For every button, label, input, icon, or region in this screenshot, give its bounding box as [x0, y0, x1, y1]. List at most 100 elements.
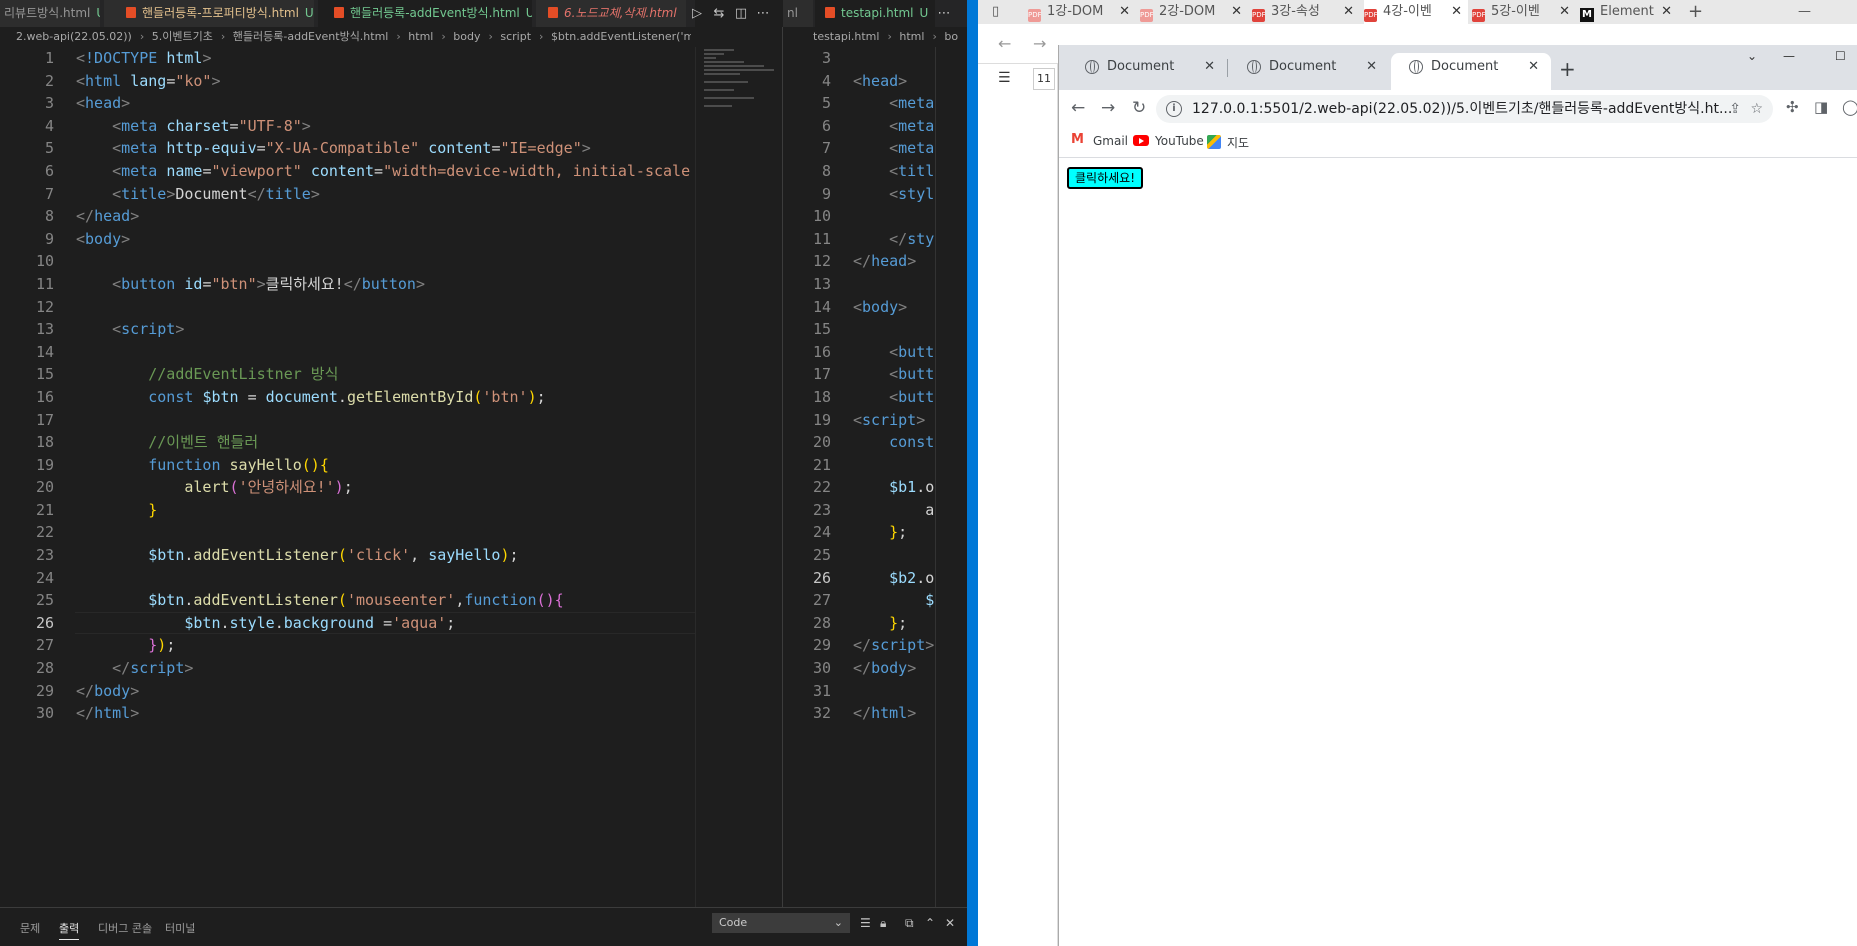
split-editor-icon[interactable]: ◫ [730, 0, 752, 27]
tab-status-badge: U [525, 6, 532, 20]
compare-icon[interactable]: ⇆ [708, 0, 730, 27]
tab-attribute-file[interactable]: 리뷰트방식.html U [0, 0, 100, 27]
chrome-tab-active[interactable]: Document ✕ [1391, 53, 1551, 90]
code-editor-right[interactable]: 3 4 <head> 5 <meta 6 <meta 7 <meta 8 <tit… [783, 47, 935, 907]
vscode-window: 리뷰트방식.html U 핸들러등록-프로퍼티방식.html U 핸들러등록-add… [0, 0, 967, 946]
minimize-icon[interactable]: — [1798, 0, 1818, 24]
chrome-window: Document ✕ Document ✕ Document ✕ + ⌄ — ☐… [1058, 45, 1857, 946]
run-icon[interactable]: ▷ [686, 0, 708, 27]
bg-tab[interactable]: PDF 3강-속성 ✕ [1252, 0, 1360, 24]
bookmark-label: YouTube [1155, 134, 1204, 148]
close-icon[interactable]: ✕ [945, 916, 955, 930]
maximize-icon[interactable]: ☐ [1835, 49, 1846, 63]
breadcrumb-item[interactable]: script [500, 30, 531, 43]
code-editor-left[interactable]: 1 <!DOCTYPE html> 2 <html lang="ko"> 3 <hea… [0, 47, 695, 907]
list-icon[interactable]: ☰ [860, 916, 871, 930]
tab-title: Document [1269, 59, 1337, 74]
close-icon[interactable]: ✕ [1451, 0, 1462, 24]
minimize-icon[interactable]: — [1783, 49, 1795, 63]
extensions-icon[interactable]: ✣ [1786, 98, 1799, 116]
maximize-panel-icon[interactable]: ⌃ [925, 916, 935, 930]
tab-status-badge: U [919, 6, 929, 20]
sidebar-toggle-icon[interactable]: ▯ [992, 0, 1012, 24]
editor-actions: ▷ ⇆ ◫ ⋯ [686, 0, 774, 27]
bookmark-maps[interactable]: 지도 [1207, 134, 1249, 151]
side-panel-icon[interactable]: ◨ [1814, 98, 1828, 116]
new-tab-icon[interactable]: + [1688, 0, 1708, 24]
profile-icon[interactable]: ◯ [1842, 98, 1857, 116]
bottom-panel: 문제 출력 디버그 콘솔 터미널 Code ⌄ ☰ 🔒︎ ⧉ ⌃ ✕ [0, 907, 967, 946]
right-breadcrumb: testapi.html › html › bo [813, 30, 959, 43]
breadcrumb-item[interactable]: 5.이벤트기초 [152, 30, 213, 43]
tab-testapi[interactable]: testapi.html U [815, 0, 935, 27]
tab-label: 핸들러등록-프로퍼티방식.html [142, 6, 299, 20]
bg-tab[interactable]: PDF 1강-DOM ✕ [1028, 0, 1136, 24]
breadcrumb-item[interactable]: body [453, 30, 480, 43]
bookmark-label: Gmail [1093, 134, 1129, 148]
pdf-icon: PDF [1028, 9, 1042, 22]
right-editor-actions: ⋯ [933, 0, 955, 27]
more-icon[interactable]: ⋯ [933, 0, 955, 27]
copy-icon[interactable]: ⧉ [905, 916, 914, 931]
bg-tab-active[interactable]: PDF 4강-이벤 ✕ [1364, 0, 1468, 24]
panel-tab-output[interactable]: 출력 [59, 920, 80, 940]
minimap[interactable] [695, 47, 780, 907]
panel-tab-problems[interactable]: 문제 [20, 920, 40, 936]
breadcrumb-item[interactable]: 2.web-api(22.05.02)) [16, 30, 132, 43]
info-icon[interactable]: i [1166, 101, 1182, 117]
tab-label: testapi.html [841, 6, 914, 20]
share-icon[interactable]: ⇪ [1729, 95, 1741, 123]
close-icon[interactable]: ✕ [1119, 0, 1130, 24]
breadcrumb-item[interactable]: bo [944, 30, 958, 43]
output-channel-select[interactable]: Code ⌄ [712, 913, 850, 933]
click-me-button[interactable]: 클릭하세요! [1067, 167, 1144, 189]
address-bar[interactable]: i 127.0.0.1:5501/2.web-api(22.05.02))/5.… [1156, 95, 1773, 123]
close-icon[interactable]: ✕ [1661, 0, 1672, 24]
lock-icon[interactable]: 🔒︎ [880, 916, 886, 931]
tab-partial[interactable]: nl [783, 0, 813, 27]
breadcrumb-item[interactable]: $btn.addEventListener('mouseenter') call… [551, 30, 691, 43]
bookmark-youtube[interactable]: YouTube [1133, 134, 1204, 148]
bookmark-gmail[interactable]: Gmail [1071, 132, 1129, 148]
panel-tab-debug-console[interactable]: 디버그 콘솔 [98, 920, 152, 936]
pdf-icon: PDF [1472, 9, 1486, 22]
close-icon[interactable]: ✕ [1559, 0, 1570, 24]
pdf-icon: PDF [1252, 9, 1266, 22]
tab-node-replace-file[interactable]: 6.노드교체,삭제.html [536, 0, 686, 27]
right-minimap[interactable] [935, 47, 955, 907]
bookmarks-bar: Gmail YouTube 지도 [1059, 128, 1857, 158]
breadcrumb-item[interactable]: 핸들러등록-addEvent방식.html [233, 30, 389, 43]
list-icon[interactable]: ☰ [998, 70, 1011, 86]
panel-tab-terminal[interactable]: 터미널 [165, 920, 195, 936]
close-icon[interactable]: ✕ [1366, 53, 1377, 81]
html5-icon [548, 7, 558, 18]
bg-tab[interactable]: PDF 2강-DOM ✕ [1140, 0, 1248, 24]
close-icon[interactable]: ✕ [1204, 53, 1215, 81]
bg-tab[interactable]: PDF 5강-이벤 ✕ [1472, 0, 1576, 24]
back-arrow-icon[interactable]: ← [998, 34, 1011, 53]
back-arrow-icon[interactable]: ← [1071, 98, 1085, 118]
star-icon[interactable]: ☆ [1750, 95, 1763, 123]
close-icon[interactable]: ✕ [1528, 53, 1539, 81]
chrome-tab[interactable]: Document ✕ [1229, 53, 1389, 90]
more-icon[interactable]: ⋯ [752, 0, 774, 27]
page-number-box[interactable]: 11 [1033, 68, 1055, 90]
bg-tab[interactable]: M Element ✕ [1580, 0, 1678, 24]
breadcrumb-item[interactable]: html [899, 30, 924, 43]
close-icon[interactable]: ✕ [1343, 0, 1354, 24]
new-tab-icon[interactable]: + [1559, 57, 1576, 81]
chrome-tab[interactable]: Document ✕ [1067, 53, 1228, 90]
breadcrumb-item[interactable]: html [408, 30, 433, 43]
tab-addevent-file[interactable]: 핸들러등록-addEvent방식.htmlU✕ [318, 0, 532, 27]
forward-arrow-icon[interactable]: → [1033, 34, 1046, 53]
tab-search-chevron-icon[interactable]: ⌄ [1747, 49, 1757, 63]
close-icon[interactable]: ✕ [1231, 0, 1242, 24]
forward-arrow-icon[interactable]: → [1101, 98, 1115, 118]
tab-property-handler-file[interactable]: 핸들러등록-프로퍼티방식.html U [104, 0, 314, 27]
breadcrumb-item[interactable]: testapi.html [813, 30, 879, 43]
breadcrumb: 2.web-api(22.05.02)) › 5.이벤트기초 › 핸들러등록-add… [16, 27, 691, 47]
html5-icon [126, 7, 136, 18]
url-text: 127.0.0.1:5501/2.web-api(22.05.02))/5.이벤… [1192, 101, 1733, 117]
tab-title: Document [1431, 59, 1499, 74]
reload-icon[interactable]: ↻ [1132, 98, 1146, 118]
